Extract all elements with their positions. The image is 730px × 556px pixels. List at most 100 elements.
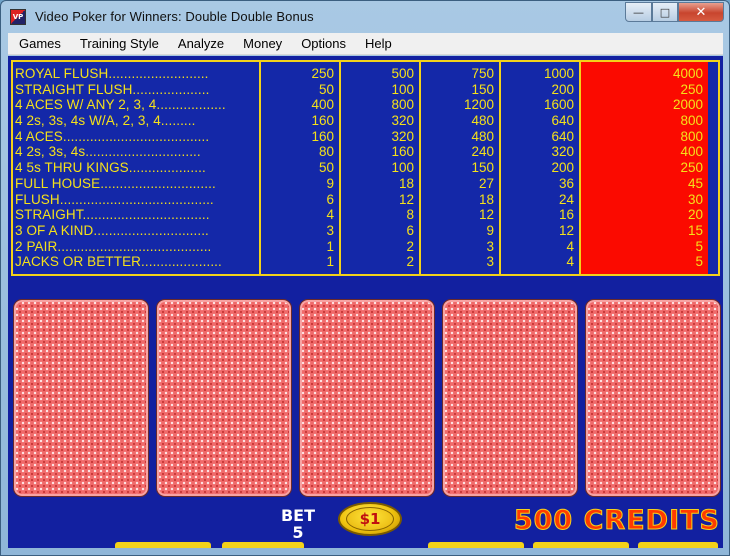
credits-display: 500 CREDITS	[513, 505, 720, 537]
paytable-column-1-coin[interactable]: 250 50 400 160 160 80 50 9 6 4 3 1 1	[261, 62, 341, 274]
paytable-column-2-coins[interactable]: 500 100 800 320 320 160 100 18 12 8 6 2 …	[341, 62, 421, 274]
card-5-back[interactable]	[585, 299, 721, 497]
payout-value: 4000	[672, 66, 703, 81]
hand-name: FULL HOUSE..............................	[15, 175, 216, 191]
payout-value: 250	[680, 81, 703, 97]
coin-denomination-label: $1	[346, 507, 394, 531]
card-hand	[13, 299, 721, 497]
payout-value: 320	[391, 113, 414, 129]
hand-name: 4 2s, 3s, 4s W/A, 2, 3, 4.........	[15, 113, 196, 129]
bet-label: BET	[280, 506, 316, 525]
payout-value: 80	[318, 144, 334, 160]
payout-value: 150	[471, 160, 494, 176]
maximize-button[interactable]: □	[652, 2, 678, 22]
card-2-back[interactable]	[156, 299, 292, 497]
payout-value: 640	[551, 113, 574, 129]
menu-options[interactable]: Options	[290, 36, 354, 51]
hand-name: 4 2s, 3s, 4s............................…	[15, 144, 201, 160]
payout-value: 4	[566, 238, 574, 254]
card-4-back[interactable]	[442, 299, 578, 497]
payout-value: 45	[687, 175, 703, 191]
minimize-button[interactable]: —	[625, 2, 652, 22]
paytable-column-4-coins[interactable]: 1000 200 1600 640 640 320 200 36 24 16 1…	[501, 62, 581, 274]
payout-value: 6	[406, 222, 414, 238]
hand-name: 4 5s THRU KINGS....................	[15, 160, 206, 176]
hand-name: 3 OF A KIND.............................…	[15, 222, 209, 238]
payout-value: 30	[687, 191, 703, 207]
payout-value: 640	[551, 128, 574, 144]
hand-name: 4 ACES..................................…	[15, 128, 210, 144]
payout-value: 12	[398, 191, 414, 207]
payout-value: 1200	[463, 97, 494, 113]
payout-value: 18	[478, 191, 494, 207]
payout-value: 4	[566, 254, 574, 270]
payout-value: 12	[558, 222, 574, 238]
menu-money[interactable]: Money	[232, 36, 290, 51]
card-3-back[interactable]	[299, 299, 435, 497]
payout-value: 200	[551, 160, 574, 176]
menu-analyze[interactable]: Analyze	[167, 36, 232, 51]
payout-value: 2	[406, 238, 414, 254]
payout-value: 3	[326, 222, 334, 238]
menu-training-style[interactable]: Training Style	[69, 36, 167, 51]
payout-value: 12	[478, 207, 494, 223]
game-area: ROYAL FLUSH.......................... ST…	[8, 56, 723, 548]
payout-value: 16	[558, 207, 574, 223]
payout-value: 800	[680, 113, 703, 129]
payout-value: 36	[558, 175, 574, 191]
card-1-back[interactable]	[13, 299, 149, 497]
payout-value: 250	[680, 160, 703, 176]
app-icon[interactable]: VP	[10, 9, 26, 25]
payout-value: 15	[687, 222, 703, 238]
payout-value: 1	[326, 254, 334, 270]
hand-name: 4 ACES W/ ANY 2, 3, 4..................	[15, 97, 226, 113]
payout-value: 800	[391, 97, 414, 113]
payout-value: 250	[311, 66, 334, 81]
payout-value: 1000	[543, 66, 574, 81]
paytable-column-5-coins-selected[interactable]: 4000 250 2000 800 800 400 250 45 30 20 1…	[581, 62, 708, 274]
payout-value: 2000	[672, 97, 703, 113]
payout-value: 240	[471, 144, 494, 160]
payout-value: 3	[486, 254, 494, 270]
payout-value: 8	[406, 207, 414, 223]
payout-value: 800	[680, 128, 703, 144]
window-title: Video Poker for Winners: Double Double B…	[35, 9, 314, 24]
payout-value: 50	[318, 81, 334, 97]
paytable-column-3-coins[interactable]: 750 150 1200 480 480 240 150 27 18 12 9 …	[421, 62, 501, 274]
hand-name: STRAIGHT FLUSH....................	[15, 81, 210, 97]
payout-value: 160	[311, 128, 334, 144]
menu-games[interactable]: Games	[8, 36, 69, 51]
payout-value: 400	[311, 97, 334, 113]
payout-value: 320	[551, 144, 574, 160]
payout-value: 24	[558, 191, 574, 207]
title-bar[interactable]: VP Video Poker for Winners: Double Doubl…	[1, 1, 729, 33]
hand-name: 2 PAIR..................................…	[15, 238, 212, 254]
payout-value: 1600	[543, 97, 574, 113]
payout-value: 160	[311, 113, 334, 129]
bottom-button-stub[interactable]	[115, 542, 211, 548]
payout-value: 750	[471, 66, 494, 81]
payout-value: 4	[326, 207, 334, 223]
payout-value: 100	[391, 81, 414, 97]
menu-help[interactable]: Help	[354, 36, 400, 51]
bottom-button-stub[interactable]	[222, 542, 304, 548]
payout-value: 160	[391, 144, 414, 160]
menu-bar: Games Training Style Analyze Money Optio…	[8, 33, 723, 55]
payout-value: 5	[695, 254, 703, 270]
bottom-button-stub[interactable]	[638, 542, 718, 548]
payout-value: 1	[326, 238, 334, 254]
window-controls: — □ ✕	[625, 2, 724, 22]
hand-name: FLUSH...................................…	[15, 191, 214, 207]
coin-denomination-button[interactable]: $1	[338, 502, 402, 536]
paytable-hand-names: ROYAL FLUSH.......................... ST…	[13, 62, 261, 274]
bottom-button-stub[interactable]	[428, 542, 524, 548]
close-button[interactable]: ✕	[678, 2, 724, 22]
hand-name: STRAIGHT................................…	[15, 207, 210, 223]
payout-value: 480	[471, 113, 494, 129]
payout-value: 5	[695, 238, 703, 254]
bottom-button-stub[interactable]	[533, 542, 629, 548]
hand-name: JACKS OR BETTER.....................	[15, 254, 222, 270]
payout-value: 200	[551, 81, 574, 97]
payout-value: 150	[471, 81, 494, 97]
payout-value: 100	[391, 160, 414, 176]
